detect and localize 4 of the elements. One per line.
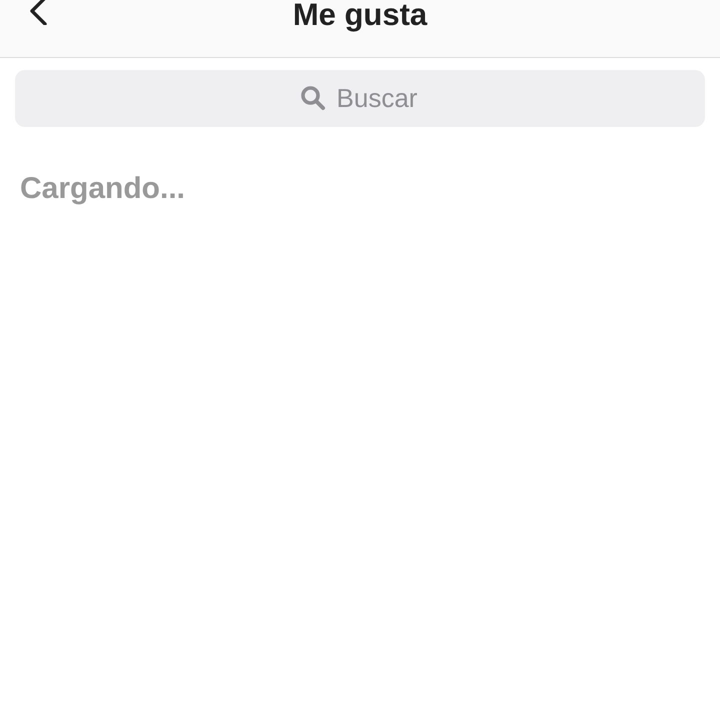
page-title: Me gusta: [292, 0, 428, 30]
search-field[interactable]: Buscar: [15, 70, 705, 127]
search-icon: [300, 85, 326, 111]
loading-text: Cargando...: [20, 172, 186, 206]
